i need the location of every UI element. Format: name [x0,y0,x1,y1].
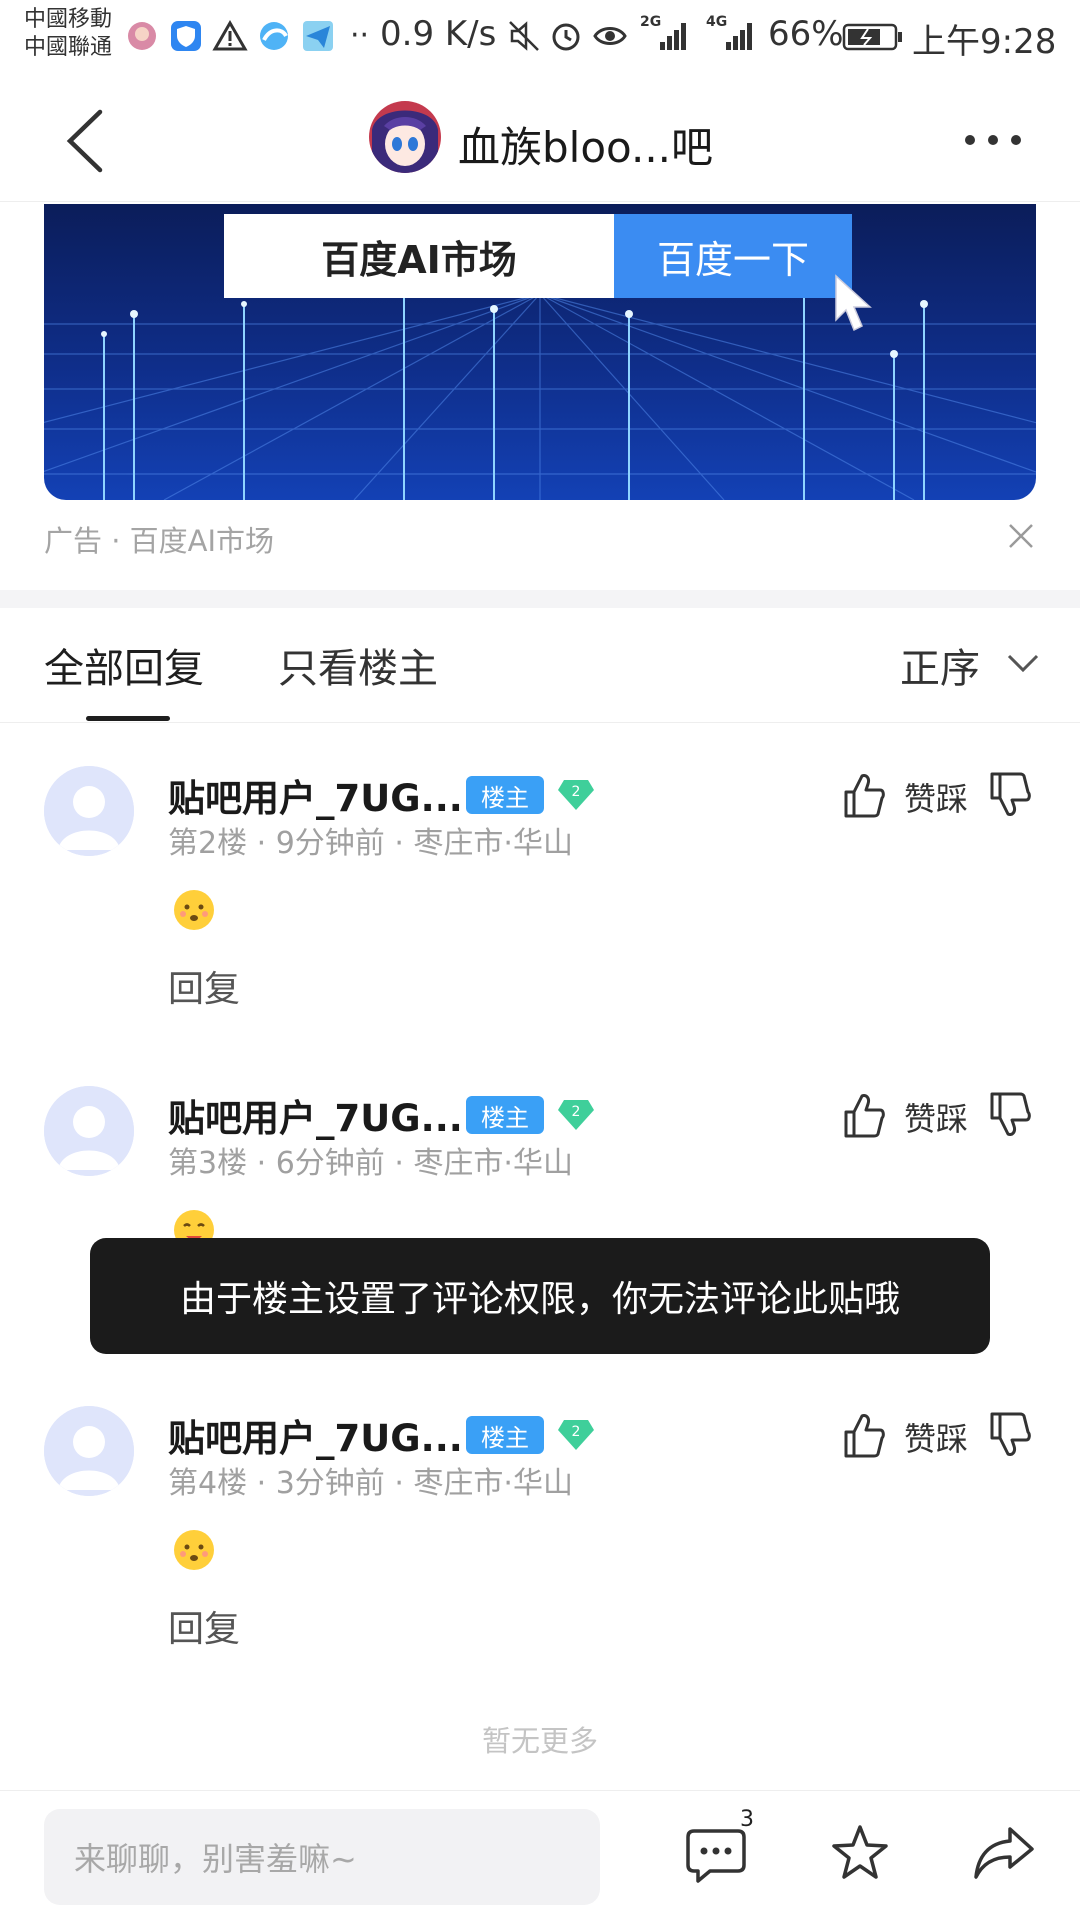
shield-app-icon [171,21,201,51]
level-number: 2 [572,1424,581,1440]
owner-badge: 楼主 [466,1096,544,1134]
floor-number: 第2楼 [168,826,248,861]
chevron-down-icon[interactable] [1006,650,1040,676]
clock: 上午9:28 [912,22,1057,62]
like-dislike-label[interactable]: 赞踩 [904,1094,968,1140]
no-more-label: 暂无更多 [481,1724,598,1758]
post-location: 枣庄市·华山 [413,826,573,861]
signal-icon-2 [726,23,752,50]
tab-all-replies[interactable]: 全部回复 [44,636,204,694]
reply-button[interactable]: 回复 [168,1600,240,1652]
thumbs-up-icon[interactable] [842,1090,886,1140]
reply-post: 贴吧用户_7UG... 楼主 2 第4楼 · 3分钟前 · 枣庄市·华山 赞踩 … [0,1406,1080,1706]
level-badge-icon: 2 [558,1100,594,1130]
thumbs-up-icon[interactable] [842,770,886,820]
owner-badge: 楼主 [466,776,544,814]
bottom-bar: 来聊聊，别害羞嘛~ 3 [0,1790,1080,1920]
post-time: 9分钟前 [275,826,385,861]
like-dislike-label[interactable]: 赞踩 [904,774,968,820]
post-meta: 第2楼 · 9分钟前 · 枣庄市·华山 [168,826,573,861]
signal-icon-1 [660,23,686,50]
status-bar: 中國移動 中國聯通 ·· 0.9 K/s 2G 4G 66% 上午9:28 [0,0,1080,80]
send-app-icon [303,21,333,51]
share-icon[interactable] [972,1821,1036,1885]
tabs-divider [0,722,1080,723]
back-chevron-icon[interactable] [62,106,106,176]
post-meta: 第3楼 · 6分钟前 · 枣庄市·华山 [168,1146,573,1181]
thumbs-down-icon[interactable] [988,1090,1032,1140]
post-time: 6分钟前 [275,1146,385,1181]
warning-icon [212,19,248,51]
reply-post: 贴吧用户_7UG... 楼主 2 第2楼 · 9分钟前 · 枣庄市·华山 赞踩 … [0,766,1080,1066]
comment-icon[interactable] [684,1821,748,1885]
ad-label: 广告 · 百度AI市场 [44,524,275,558]
post-location: 枣庄市·华山 [413,1466,573,1501]
ad-search-text: 百度AI市场 [224,214,614,298]
level-number: 2 [572,784,581,800]
comment-input[interactable]: 来聊聊，别害羞嘛~ [44,1809,600,1905]
user-avatar[interactable] [44,1086,134,1176]
dots-indicator: ·· [350,18,370,53]
ad-banner-image[interactable]: 百度AI市场 百度一下 [44,204,1036,500]
ad-search-button[interactable]: 百度一下 [614,214,852,298]
cursor-pointer-icon [835,274,872,332]
like-dislike-label[interactable]: 赞踩 [904,1414,968,1460]
level-number: 2 [572,1104,581,1120]
active-tab-indicator [86,716,170,721]
battery-icon [842,23,902,51]
ad-search-bar[interactable]: 百度AI市场 百度一下 [224,214,852,298]
level-badge-icon: 2 [558,1420,594,1450]
forum-avatar[interactable] [368,100,442,174]
floor-number: 第4楼 [168,1466,248,1501]
forum-title: 血族bloo...吧 [458,123,714,172]
app-notification-icon [128,22,156,50]
carrier-1: 中國移動 [24,7,113,32]
more-dots-icon[interactable] [962,130,1024,150]
thumbs-down-icon[interactable] [988,1410,1032,1460]
top-nav-bar: 血族bloo...吧 [0,80,1080,202]
section-divider [0,590,1080,608]
battery-percent: 66% [768,14,844,54]
level-badge-icon: 2 [558,780,594,810]
post-time: 3分钟前 [275,1466,385,1501]
user-avatar[interactable] [44,1406,134,1496]
alarm-icon [552,23,580,51]
mute-icon [509,21,539,51]
permission-toast: 由于楼主设置了评论权限，你无法评论此贴哦 [90,1238,990,1354]
emoji-icon [174,1530,214,1570]
tab-owner-only[interactable]: 只看楼主 [278,636,438,694]
thumbs-up-icon[interactable] [842,1410,886,1460]
star-icon[interactable] [828,1821,892,1885]
owner-badge: 楼主 [466,1416,544,1454]
username[interactable]: 贴吧用户_7UG... [168,1088,463,1142]
username[interactable]: 贴吧用户_7UG... [168,768,463,822]
close-icon[interactable] [1006,521,1036,551]
sort-order-button[interactable]: 正序 [900,636,980,694]
comment-count: 3 [740,1807,754,1832]
thumbs-down-icon[interactable] [988,770,1032,820]
eye-icon [593,27,627,45]
post-meta: 第4楼 · 3分钟前 · 枣庄市·华山 [168,1466,573,1501]
reply-button[interactable]: 回复 [168,960,240,1012]
post-location: 枣庄市·华山 [413,1146,573,1181]
user-avatar[interactable] [44,766,134,856]
emoji-icon [174,890,214,930]
username[interactable]: 贴吧用户_7UG... [168,1408,463,1462]
carrier-2: 中國聯通 [24,35,113,60]
net-speed: 0.9 K/s [380,14,497,54]
browser-app-icon [260,22,288,50]
floor-number: 第3楼 [168,1146,248,1181]
